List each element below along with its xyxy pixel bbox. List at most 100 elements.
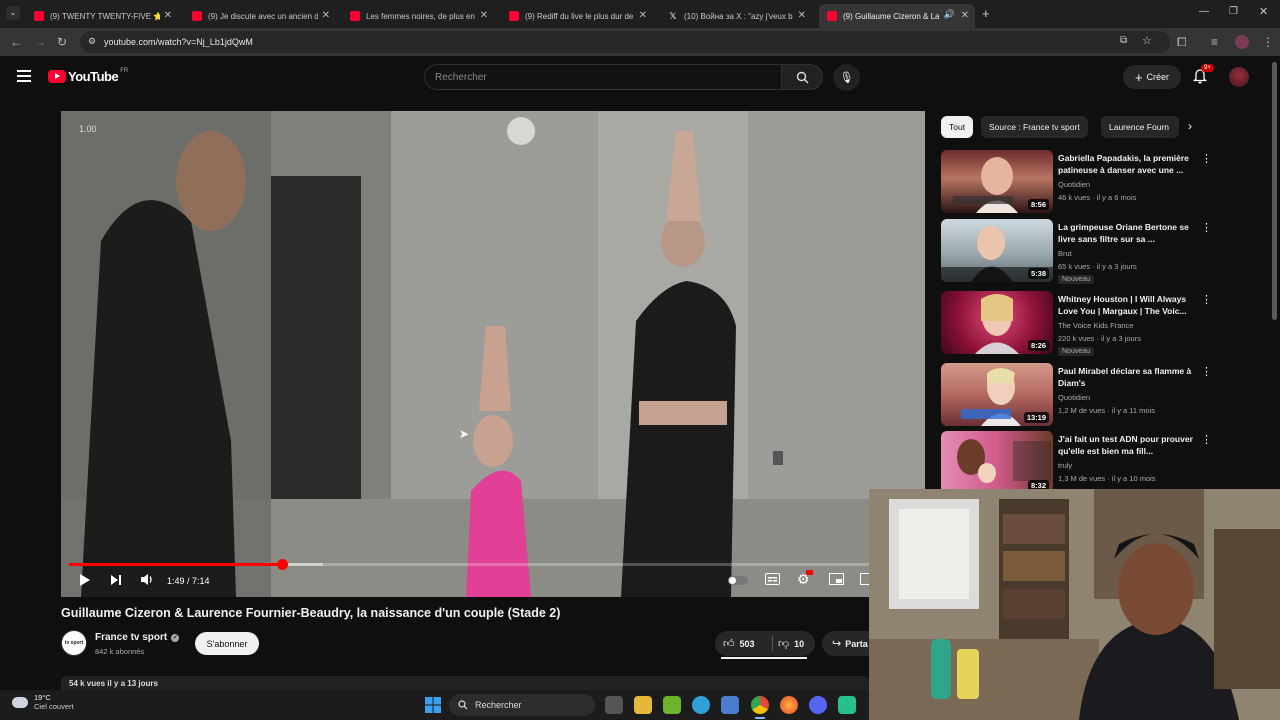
video-thumbnail[interactable]: 8:32: [941, 431, 1053, 494]
edge-icon[interactable]: [692, 696, 710, 714]
browser-tab[interactable]: (9) Je discute avec un ancien de ✕: [184, 4, 336, 28]
play-button[interactable]: [79, 573, 91, 590]
close-tab-icon[interactable]: ✕: [164, 10, 172, 21]
subscribe-button[interactable]: S'abonner: [195, 632, 259, 655]
chip-label: Laurence Fourn: [1109, 122, 1170, 132]
account-avatar[interactable]: [1229, 67, 1249, 87]
extensions-icon[interactable]: ⧠: [1177, 35, 1187, 50]
channel-avatar[interactable]: tv sport: [61, 630, 87, 656]
new-badge: Nouveau: [1058, 275, 1095, 284]
reading-list-icon[interactable]: ≡: [1211, 35, 1218, 49]
taskbar-search-label: Rechercher: [475, 700, 522, 710]
more-options-icon[interactable]: ⋮: [1201, 152, 1212, 165]
volume-button[interactable]: [140, 573, 154, 589]
like-dislike-bar: 👍︎ 503 👎︎ 10: [715, 631, 815, 659]
browser-tab[interactable]: Les femmes noires, de plus en ✕: [342, 4, 494, 28]
description-box[interactable]: 54 k vues il y a 13 jours: [61, 676, 869, 690]
browser-tab[interactable]: (9) Rediff du live le plus dur de ✕: [501, 4, 653, 28]
recommendation-item[interactable]: 13:19 Paul Mirabel déclare sa flamme à D…: [941, 363, 1261, 429]
page-scrollbar[interactable]: [1272, 62, 1277, 320]
create-button[interactable]: + Créer: [1123, 65, 1181, 89]
browser-tab-active[interactable]: (9) Guillaume Cizeron & La 🔊 ✕: [819, 4, 975, 28]
hamburger-menu-icon[interactable]: [17, 70, 31, 82]
like-button[interactable]: 👍︎ 503: [723, 637, 755, 650]
close-window-icon[interactable]: ✕: [1259, 5, 1268, 18]
browser-menu-icon[interactable]: ⋮: [1262, 35, 1274, 49]
task-view-icon[interactable]: [605, 696, 623, 714]
youtube-logo[interactable]: YouTube FR: [48, 68, 128, 84]
voice-search-button[interactable]: 🎙: [833, 64, 860, 91]
recommendation-meta: 1,3 M de vues · il y a 10 mois: [1058, 474, 1156, 483]
recommendation-item[interactable]: 8:56 Gabriella Papadakis, la première pa…: [941, 150, 1261, 216]
tab-title: (9) Je discute avec un ancien de: [208, 11, 318, 21]
browser-tab[interactable]: 𝕏 (10) Война за X : "azy j'veux b ✕: [660, 4, 812, 28]
close-tab-icon[interactable]: ✕: [798, 10, 806, 21]
start-button[interactable]: [425, 697, 441, 713]
views-and-date: 54 k vues il y a 13 jours: [69, 679, 158, 688]
profile-avatar[interactable]: [1235, 35, 1249, 49]
nvidia-icon[interactable]: [663, 696, 681, 714]
weather-widget[interactable]: 19°C Ciel couvert: [12, 693, 74, 711]
search-button[interactable]: [781, 64, 823, 90]
video-thumbnail[interactable]: 13:19: [941, 363, 1053, 426]
file-explorer-icon[interactable]: [634, 696, 652, 714]
recommendation-item[interactable]: 8:32 J'ai fait un test ADN pour prouver …: [941, 431, 1261, 497]
restore-window-icon[interactable]: ❐: [1229, 6, 1238, 17]
close-tab-icon[interactable]: ✕: [639, 10, 647, 21]
recommendation-item[interactable]: 5:38 La grimpeuse Oriane Bertone se livr…: [941, 219, 1261, 285]
minimize-window-icon[interactable]: —: [1199, 6, 1209, 17]
discord-icon[interactable]: [809, 696, 827, 714]
close-tab-icon[interactable]: ✕: [961, 10, 969, 21]
tab-list-chevron-icon[interactable]: ⌄: [6, 6, 20, 20]
search-input[interactable]: Rechercher: [424, 64, 782, 90]
new-badge: Nouveau: [1058, 347, 1095, 356]
video-frame: [61, 111, 925, 597]
more-options-icon[interactable]: ⋮: [1201, 221, 1212, 234]
close-tab-icon[interactable]: ✕: [480, 10, 488, 21]
install-app-icon[interactable]: ⧉: [1120, 35, 1127, 46]
more-options-icon[interactable]: ⋮: [1201, 293, 1212, 306]
reload-icon[interactable]: ↻: [57, 35, 67, 49]
recommendation-item[interactable]: 8:26 Whitney Houston | I Will Always Lov…: [941, 291, 1261, 357]
chip-related[interactable]: Laurence Fourn: [1101, 116, 1179, 138]
site-info-icon[interactable]: ⚙: [88, 36, 96, 47]
miniplayer-button[interactable]: [829, 573, 844, 588]
scrubber-handle[interactable]: [276, 559, 288, 570]
back-arrow-icon[interactable]: ←: [10, 35, 22, 49]
next-button[interactable]: [110, 574, 122, 589]
video-thumbnail[interactable]: 8:56: [941, 150, 1053, 213]
more-options-icon[interactable]: ⋮: [1201, 433, 1212, 446]
address-bar[interactable]: ⚙ youtube.com/watch?v=Nj_Lb1jdQwM ⧉ ☆: [80, 31, 1170, 53]
microphone-icon: 🎙: [839, 72, 854, 84]
video-player[interactable]: 1.00 ➤ 1:49 / 7:14 ⚙: [61, 111, 925, 597]
subtitles-button[interactable]: [765, 573, 780, 588]
close-tab-icon[interactable]: ✕: [322, 10, 330, 21]
video-thumbnail[interactable]: 8:26: [941, 291, 1053, 354]
firefox-icon[interactable]: [780, 696, 798, 714]
notifications-button[interactable]: 9+: [1192, 64, 1214, 85]
new-tab-icon[interactable]: +: [982, 6, 990, 21]
browser-tab[interactable]: (9) TWENTY TWENTY-FIVE ⭐ ✕: [26, 4, 178, 28]
chips-next-chevron-icon[interactable]: ›: [1188, 119, 1192, 133]
chrome-icon[interactable]: [751, 696, 769, 714]
audio-playing-icon[interactable]: 🔊: [944, 9, 955, 20]
forward-arrow-icon[interactable]: →: [34, 35, 46, 49]
create-label: Créer: [1146, 72, 1170, 82]
settings-button[interactable]: ⚙: [797, 570, 813, 588]
chip-all[interactable]: Tout: [941, 116, 974, 138]
autoplay-toggle[interactable]: [728, 576, 748, 585]
chip-source[interactable]: Source : France tv sport: [981, 116, 1088, 138]
speed-overlay: 1.00: [79, 124, 97, 134]
more-options-icon[interactable]: ⋮: [1201, 365, 1212, 378]
progress-bar[interactable]: [69, 559, 917, 570]
app-icon[interactable]: [838, 696, 856, 714]
store-icon[interactable]: [721, 696, 739, 714]
bookmark-star-icon[interactable]: ☆: [1142, 34, 1152, 47]
taskbar-search[interactable]: Rechercher: [449, 694, 595, 716]
recommendation-title: La grimpeuse Oriane Bertone se livre san…: [1058, 222, 1189, 244]
search-icon: [796, 71, 808, 83]
channel-name[interactable]: France tv sport ✓: [95, 632, 180, 643]
dislike-button[interactable]: 👎︎ 10: [778, 637, 804, 650]
tab-title: (9) Guillaume Cizeron & La: [843, 11, 940, 21]
video-thumbnail[interactable]: 5:38: [941, 219, 1053, 282]
